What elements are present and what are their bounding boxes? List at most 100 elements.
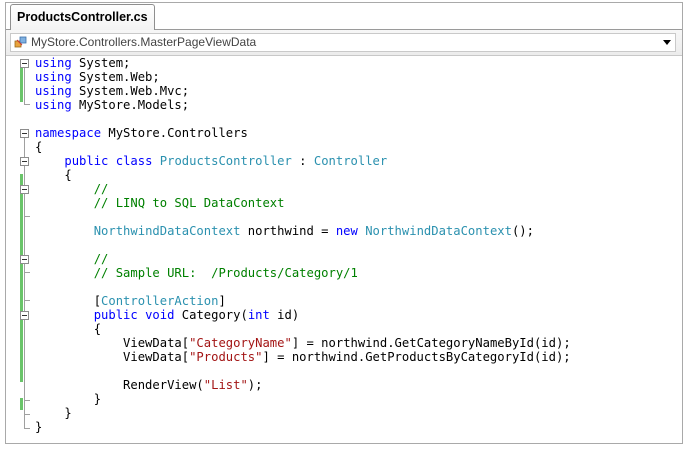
code-line[interactable]: RenderView("List");	[35, 378, 571, 392]
code-token: using	[35, 70, 72, 84]
code-token: ] = northwind.GetProductsByCategoryId(id…	[262, 350, 571, 364]
outline-end	[24, 104, 30, 105]
code-token: ControllerAction	[101, 294, 219, 308]
outline-end	[24, 272, 30, 273]
code-line[interactable]: [ControllerAction]	[35, 294, 571, 308]
code-token: northwind =	[240, 224, 336, 238]
code-token: class	[115, 154, 153, 168]
code-token: MyStore.Models;	[71, 98, 190, 112]
code-line[interactable]	[35, 364, 571, 378]
code-line[interactable]	[35, 238, 571, 252]
code-token: System.Web.Mvc;	[71, 84, 190, 98]
code-token: ();	[511, 224, 534, 238]
code-token: // LINQ to SQL DataContext	[93, 196, 285, 210]
source-code[interactable]: using System; using System.Web; using Syst…	[35, 56, 571, 434]
code-token: RenderView(	[35, 378, 204, 392]
outline-end	[24, 216, 30, 217]
code-line[interactable]	[35, 112, 571, 126]
code-line[interactable]: ViewData["Products"] = northwind.GetProd…	[35, 350, 571, 364]
code-line[interactable]: // Sample URL: /Products/Category/1	[35, 266, 571, 280]
change-bar	[20, 398, 23, 410]
code-token: System.Web;	[71, 70, 160, 84]
code-line[interactable]: public class ProductsController : Contro…	[35, 154, 571, 168]
collapse-icon[interactable]	[20, 185, 29, 194]
code-token: ViewData[	[35, 336, 190, 350]
outline-end	[24, 400, 30, 401]
code-token: :	[291, 154, 314, 168]
code-token: ]	[218, 294, 226, 308]
code-token: ] = northwind.GetCategoryNameById(id);	[291, 336, 571, 350]
code-line[interactable]: {	[35, 322, 571, 336]
code-line[interactable]: NorthwindDataContext northwind = new Nor…	[35, 224, 571, 238]
code-area[interactable]: using System; using System.Web; using Syst…	[6, 56, 682, 443]
code-line[interactable]: using System.Web.Mvc;	[35, 84, 571, 98]
code-line[interactable]	[35, 280, 571, 294]
code-line[interactable]: }	[35, 392, 571, 406]
code-token: System;	[71, 56, 131, 70]
code-token: "Products"	[189, 350, 263, 364]
collapse-icon[interactable]	[20, 157, 29, 166]
code-line[interactable]: }	[35, 420, 571, 434]
code-token: [	[35, 294, 102, 308]
member-dropdown[interactable]: MyStore.Controllers.MasterPageViewData	[10, 33, 676, 52]
collapse-icon[interactable]	[20, 129, 29, 138]
chevron-down-icon[interactable]	[663, 40, 671, 45]
code-token: // Sample URL: /Products/Category/1	[93, 266, 358, 280]
code-token: using	[35, 98, 72, 112]
code-token: "List"	[203, 378, 248, 392]
code-token: void	[145, 308, 175, 322]
code-line[interactable]: namespace MyStore.Controllers	[35, 126, 571, 140]
code-token: Controller	[313, 154, 388, 168]
code-line[interactable]: public void Category(int id)	[35, 308, 571, 322]
code-token: }	[35, 420, 43, 434]
member-dropdown-value: MyStore.Controllers.MasterPageViewData	[31, 35, 257, 49]
document-tab-strip: ProductsController.cs	[6, 3, 682, 30]
code-line[interactable]: using MyStore.Models;	[35, 98, 571, 112]
code-line[interactable]: {	[35, 140, 571, 154]
change-bar	[20, 62, 23, 102]
code-token: MyStore.Controllers	[101, 126, 248, 140]
code-editor-window: ProductsController.cs MyStore.Controller…	[5, 2, 683, 444]
code-token: ProductsController	[159, 154, 292, 168]
change-bar	[20, 174, 23, 382]
code-token: public	[93, 308, 138, 322]
code-line[interactable]: using System.Web;	[35, 70, 571, 84]
collapse-icon[interactable]	[20, 311, 29, 320]
code-line[interactable]	[35, 210, 571, 224]
class-member-icon	[14, 36, 27, 48]
code-token: using	[35, 84, 72, 98]
code-token: using	[35, 56, 72, 70]
code-token: int	[247, 308, 270, 322]
code-line[interactable]: using System;	[35, 56, 571, 70]
code-token: public	[64, 154, 109, 168]
navigation-bar: MyStore.Controllers.MasterPageViewData	[6, 30, 682, 56]
code-token: new	[335, 224, 358, 238]
code-line[interactable]: }	[35, 406, 571, 420]
code-line[interactable]: //	[35, 252, 571, 266]
outline-line	[24, 68, 25, 104]
document-tab[interactable]: ProductsController.cs	[10, 4, 155, 30]
collapse-icon[interactable]	[20, 255, 29, 264]
code-token: Category(	[174, 308, 248, 322]
collapse-icon[interactable]	[20, 59, 29, 68]
code-line[interactable]: // LINQ to SQL DataContext	[35, 196, 571, 210]
code-token: //	[93, 182, 109, 196]
outline-end	[24, 428, 30, 429]
code-token: }	[35, 392, 102, 406]
code-line[interactable]: {	[35, 168, 571, 182]
code-line[interactable]: //	[35, 182, 571, 196]
code-token: }	[35, 406, 72, 420]
code-token: NorthwindDataContext	[365, 224, 512, 238]
code-token: "CategoryName"	[189, 336, 292, 350]
outline-end	[24, 300, 30, 301]
code-token: );	[247, 378, 263, 392]
outline-line	[24, 194, 25, 200]
code-line[interactable]: ViewData["CategoryName"] = northwind.Get…	[35, 336, 571, 350]
